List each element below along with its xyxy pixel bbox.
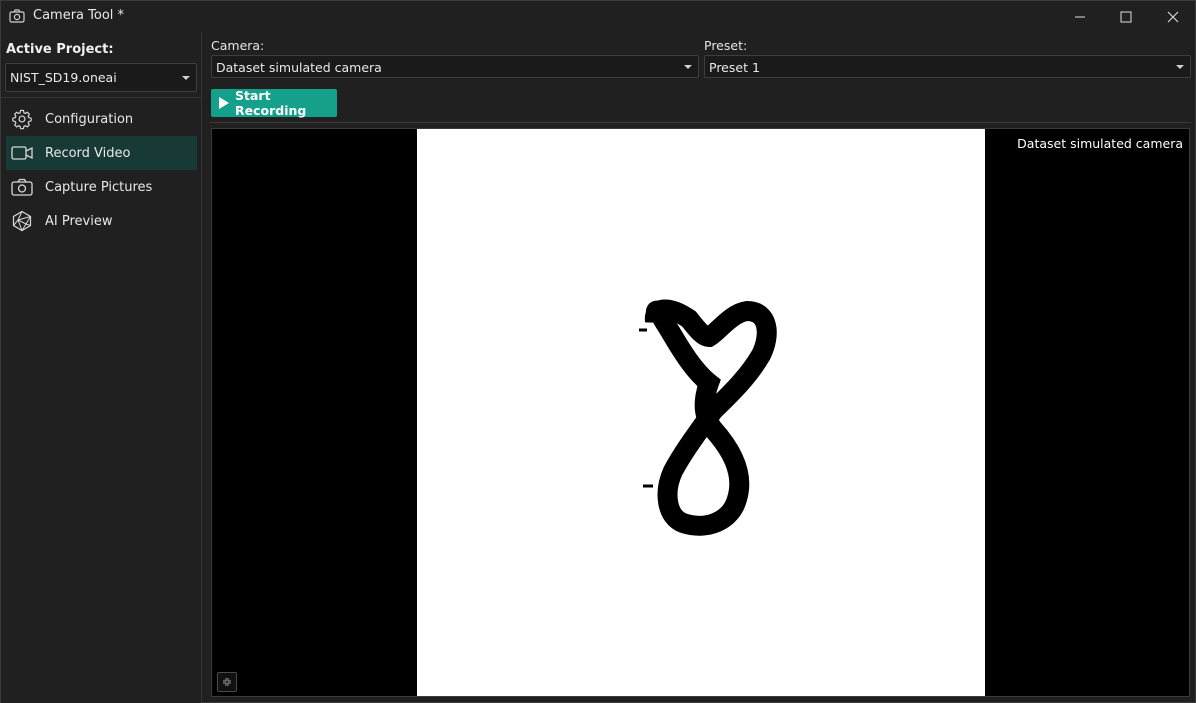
- sidebar-item-configuration[interactable]: Configuration: [6, 102, 197, 136]
- sidebar-item-record-video[interactable]: Record Video: [6, 136, 197, 170]
- close-button[interactable]: [1150, 1, 1196, 32]
- ai-network-icon: [11, 210, 33, 232]
- fit-view-button[interactable]: [217, 672, 237, 692]
- window-title: Camera Tool *: [33, 8, 125, 23]
- minimize-icon: [1075, 16, 1085, 17]
- camera-frame: [417, 129, 985, 696]
- fit-view-icon: [223, 678, 231, 686]
- active-project-select[interactable]: NIST_SD19.oneai: [5, 63, 197, 92]
- chevron-down-icon: [182, 76, 190, 80]
- preset-value: Preset 1: [709, 60, 760, 75]
- sidebar-item-ai-preview[interactable]: AI Preview: [6, 204, 197, 238]
- sidebar-divider: [1, 97, 201, 98]
- preset-label: Preset:: [704, 38, 748, 53]
- start-recording-label: Start Recording: [235, 88, 307, 118]
- maximize-button[interactable]: [1103, 1, 1149, 32]
- camera-icon: [9, 9, 25, 23]
- title-bar: Camera Tool *: [1, 1, 1195, 32]
- camera-name-overlay: Dataset simulated camera: [1017, 136, 1183, 151]
- chevron-down-icon: [684, 65, 692, 69]
- app-window: Camera Tool * Active Project: NIST_SD19.…: [0, 0, 1196, 703]
- gear-icon: [11, 108, 33, 130]
- active-project-label: Active Project:: [6, 42, 114, 57]
- camera-preview[interactable]: Dataset simulated camera: [211, 128, 1190, 697]
- maximize-icon: [1120, 11, 1132, 22]
- start-recording-button[interactable]: Start Recording: [211, 88, 337, 118]
- camera-icon: [11, 176, 33, 198]
- video-camera-icon: [11, 142, 33, 164]
- handwritten-digit-image: [639, 299, 777, 536]
- play-icon: [219, 97, 229, 109]
- camera-select[interactable]: Dataset simulated camera: [211, 55, 699, 78]
- toolbar-divider: [210, 122, 1191, 123]
- chevron-down-icon: [1176, 65, 1184, 69]
- sidebar-item-label: Capture Pictures: [45, 179, 153, 195]
- sidebar-item-label: Record Video: [45, 145, 131, 161]
- minimize-button[interactable]: [1057, 1, 1103, 32]
- sidebar-item-label: AI Preview: [45, 213, 113, 229]
- sidebar: Active Project: NIST_SD19.oneai Configur…: [1, 32, 202, 703]
- sidebar-item-capture-pictures[interactable]: Capture Pictures: [6, 170, 197, 204]
- close-icon: [1167, 11, 1179, 22]
- active-project-value: NIST_SD19.oneai: [10, 70, 117, 85]
- sidebar-item-label: Configuration: [45, 111, 134, 127]
- preset-select[interactable]: Preset 1: [704, 55, 1191, 78]
- camera-label: Camera:: [211, 38, 265, 53]
- camera-value: Dataset simulated camera: [216, 60, 382, 75]
